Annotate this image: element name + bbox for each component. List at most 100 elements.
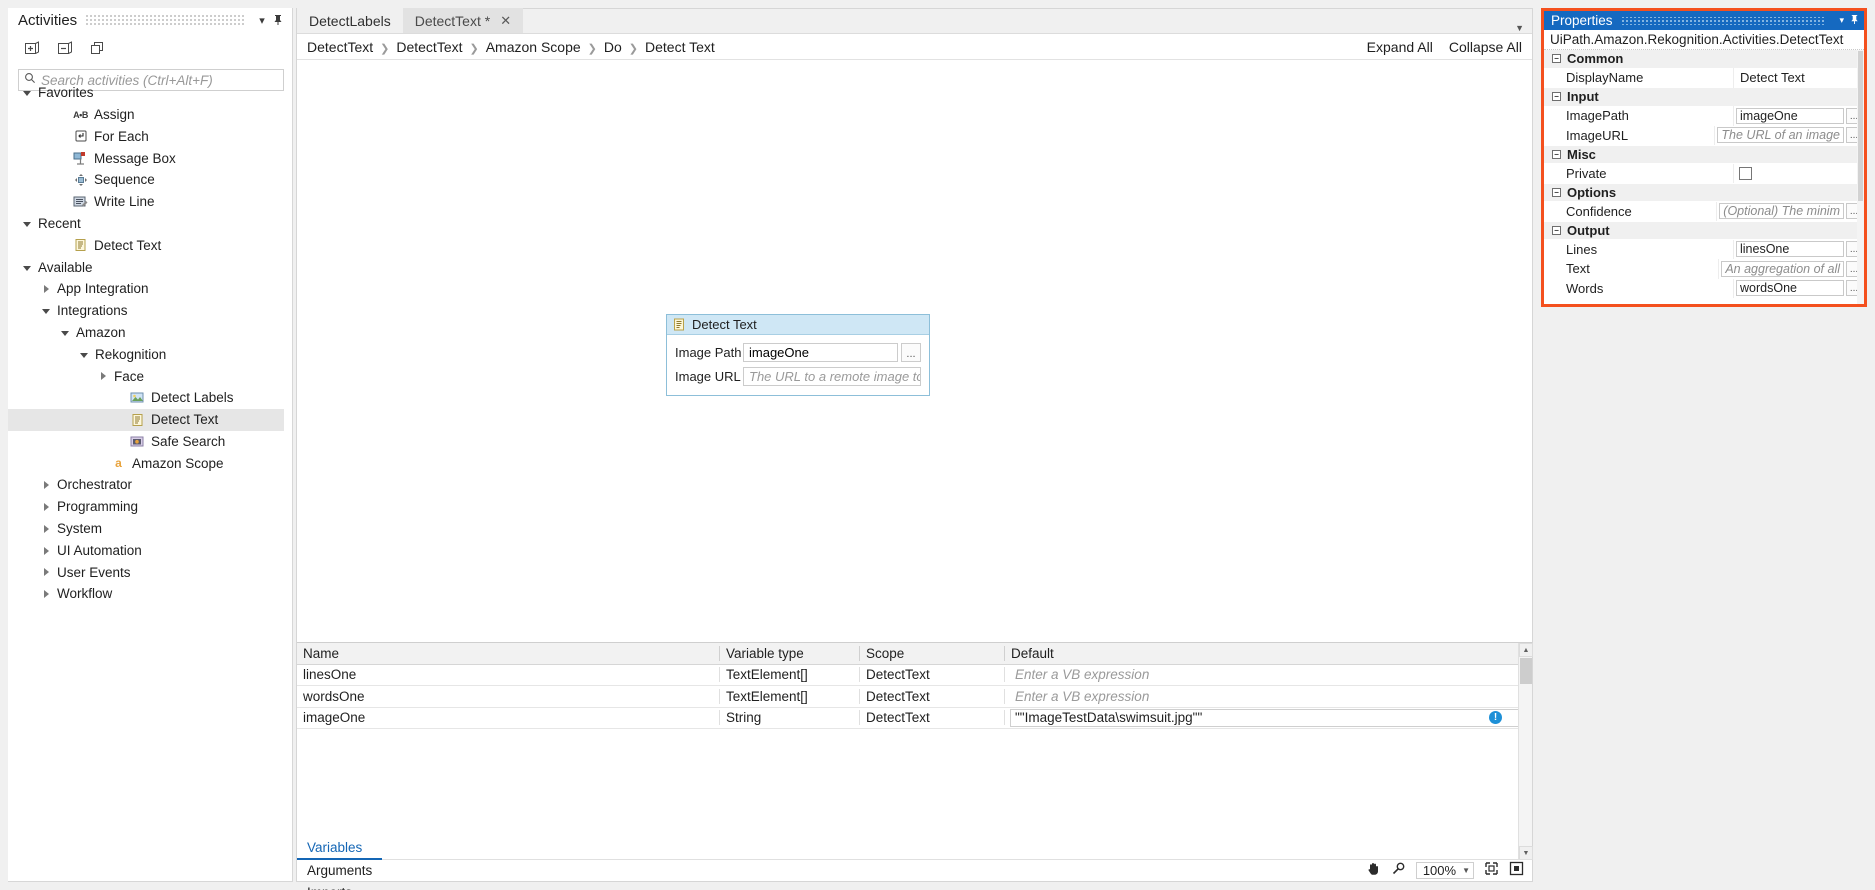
bottom-tab-variables[interactable]: Variables — [297, 838, 383, 860]
scroll-up-arrow-icon[interactable]: ▲ — [1519, 643, 1533, 657]
expander-closed-icon[interactable] — [39, 282, 53, 296]
pin-icon[interactable] — [1850, 14, 1859, 27]
expander-open-icon[interactable] — [58, 326, 72, 340]
variable-default-cell[interactable]: ""ImageTestData\swimsuit.jpg"" — [1005, 708, 1532, 727]
collapse-minus-icon[interactable]: − — [1552, 92, 1561, 102]
collapse-minus-icon[interactable]: − — [1552, 149, 1561, 159]
bottom-tab-imports[interactable]: Imports — [297, 882, 382, 890]
activity-tree-item-rekognition[interactable]: Rekognition — [8, 344, 284, 366]
property-value-displayname[interactable]: Detect Text — [1736, 70, 1862, 85]
property-group-common[interactable]: − Common — [1544, 50, 1864, 69]
overview-icon[interactable] — [1509, 861, 1524, 881]
bottom-tab-arguments[interactable]: Arguments — [297, 860, 382, 882]
activity-tree-item-integrations[interactable]: Integrations — [8, 300, 284, 322]
property-input-text[interactable]: An aggregation of all — [1721, 260, 1844, 277]
activity-tree-item-amazon[interactable]: Amazon — [8, 322, 284, 344]
column-header-name[interactable]: Name — [297, 645, 720, 661]
property-input-words[interactable]: wordsOne — [1736, 280, 1844, 297]
chevron-down-icon[interactable]: ▾ — [1839, 15, 1844, 26]
collapse-all-button[interactable]: Collapse All — [1449, 39, 1522, 55]
expander-closed-icon[interactable] — [39, 522, 53, 536]
scrollbar-thumb[interactable] — [1520, 658, 1532, 684]
activity-tree-item-for-each[interactable]: For Each — [8, 126, 284, 148]
variable-default-input[interactable]: ""ImageTestData\swimsuit.jpg"" — [1010, 708, 1531, 727]
activity-tree-item-favorites[interactable]: Favorites — [8, 82, 284, 104]
activity-tree-item-user-events[interactable]: User Events — [8, 562, 284, 584]
expander-closed-icon[interactable] — [39, 565, 53, 579]
activity-tree-item-app-integration[interactable]: App Integration — [8, 278, 284, 300]
variable-name-cell[interactable]: imageOne — [297, 710, 720, 726]
pin-icon[interactable] — [270, 12, 286, 28]
variable-default-cell[interactable]: Enter a VB expression — [1005, 666, 1532, 684]
fit-to-screen-icon[interactable] — [1484, 861, 1499, 881]
activity-tree-item-detect-text[interactable]: Detect Text — [8, 408, 284, 431]
variable-name-cell[interactable]: linesOne — [297, 667, 720, 683]
property-group-misc[interactable]: − Misc — [1544, 145, 1864, 164]
chevron-down-icon[interactable]: ▼ — [1515, 23, 1524, 33]
variable-type-cell[interactable]: TextElement[] — [720, 667, 860, 683]
variables-scrollbar[interactable]: ▲ ▼ — [1518, 643, 1533, 860]
variable-scope-cell[interactable]: DetectText — [860, 688, 1005, 704]
variable-default-input[interactable]: Enter a VB expression — [1010, 687, 1531, 705]
hand-icon[interactable] — [1366, 861, 1381, 881]
expander-closed-icon[interactable] — [39, 587, 53, 601]
breadcrumb-item[interactable]: Amazon Scope — [486, 39, 581, 55]
activity-tree-item-face[interactable]: Face — [8, 365, 284, 387]
breadcrumb-item[interactable]: DetectText — [396, 39, 462, 55]
variable-default-input[interactable]: Enter a VB expression — [1010, 666, 1531, 684]
expander-closed-icon[interactable] — [39, 544, 53, 558]
property-input-confidence[interactable]: (Optional) The minim — [1719, 203, 1844, 220]
activity-tree-item-orchestrator[interactable]: Orchestrator — [8, 474, 284, 496]
property-group-input[interactable]: − Input — [1544, 88, 1864, 107]
expander-open-icon[interactable] — [39, 304, 53, 318]
variable-row[interactable]: imageOne String DetectText ""ImageTestData\… — [297, 708, 1532, 729]
activity-tree-item-message-box[interactable]: Message Box — [8, 147, 284, 169]
scroll-down-arrow-icon[interactable]: ▼ — [1519, 846, 1533, 860]
expander-closed-icon[interactable] — [96, 369, 110, 383]
activity-tree-item-programming[interactable]: Programming — [8, 496, 284, 518]
activity-tree-item-workflow[interactable]: Workflow — [8, 583, 284, 605]
column-header-default[interactable]: Default — [1005, 645, 1532, 661]
property-input-imagepath[interactable]: imageOne — [1736, 107, 1844, 124]
show-favorites-icon[interactable] — [88, 39, 108, 59]
image-path-input[interactable]: imageOne — [743, 343, 898, 362]
activity-tree-item-amazon-scope[interactable]: a Amazon Scope — [8, 453, 284, 475]
image-url-input[interactable]: The URL to a remote image to be analysed — [743, 367, 921, 386]
breadcrumb-item[interactable]: DetectText — [307, 39, 373, 55]
zoom-level-select[interactable]: 100% ▼ — [1415, 862, 1474, 879]
expand-all-button[interactable]: Expand All — [1367, 39, 1433, 55]
close-icon[interactable]: ✕ — [500, 13, 511, 29]
variable-default-cell[interactable]: Enter a VB expression — [1005, 687, 1532, 705]
variable-type-cell[interactable]: TextElement[] — [720, 688, 860, 704]
variable-scope-cell[interactable]: DetectText — [860, 710, 1005, 726]
properties-scrollbar[interactable] — [1857, 50, 1864, 304]
variables-tabs[interactable]: VariablesArgumentsImports — [297, 838, 383, 890]
property-input-lines[interactable]: linesOne — [1736, 241, 1844, 258]
collapse-minus-icon[interactable]: − — [1552, 54, 1561, 64]
activity-tree-item-detect-text[interactable]: Detect Text — [8, 235, 284, 257]
activity-tree-item-ui-automation[interactable]: UI Automation — [8, 540, 284, 562]
property-group-output[interactable]: − Output — [1544, 221, 1864, 240]
image-path-ellipsis-button[interactable]: ... — [901, 343, 921, 362]
expander-open-icon[interactable] — [20, 86, 34, 100]
breadcrumb-item[interactable]: Detect Text — [645, 39, 715, 55]
collapse-all-icon[interactable] — [55, 39, 75, 59]
activity-tree-item-assign[interactable]: A•B Assign — [8, 104, 284, 126]
expander-open-icon[interactable] — [77, 347, 91, 361]
scrollbar-thumb[interactable] — [1858, 51, 1863, 201]
activity-tree-item-available[interactable]: Available — [8, 256, 284, 278]
activities-tree[interactable]: Favorites A•B Assign For Each Message Box Seq… — [8, 76, 284, 873]
breadcrumb-item[interactable]: Do — [604, 39, 622, 55]
designer-tab-detectlabels[interactable]: DetectLabels — [297, 8, 403, 33]
chevron-down-icon[interactable]: ▾ — [254, 12, 270, 28]
property-input-imageurl[interactable]: The URL of an image — [1717, 127, 1844, 144]
activity-tree-item-sequence[interactable]: Sequence — [8, 169, 284, 191]
expand-all-icon[interactable] — [22, 39, 42, 59]
detect-text-activity-card[interactable]: Detect Text Image Path imageOne ... Imag… — [666, 314, 930, 396]
magnifier-icon[interactable] — [1391, 861, 1406, 881]
activity-tree-item-recent[interactable]: Recent — [8, 213, 284, 235]
expander-closed-icon[interactable] — [39, 478, 53, 492]
collapse-minus-icon[interactable]: − — [1552, 187, 1561, 197]
collapse-minus-icon[interactable]: − — [1552, 225, 1561, 235]
property-group-options[interactable]: − Options — [1544, 183, 1864, 202]
